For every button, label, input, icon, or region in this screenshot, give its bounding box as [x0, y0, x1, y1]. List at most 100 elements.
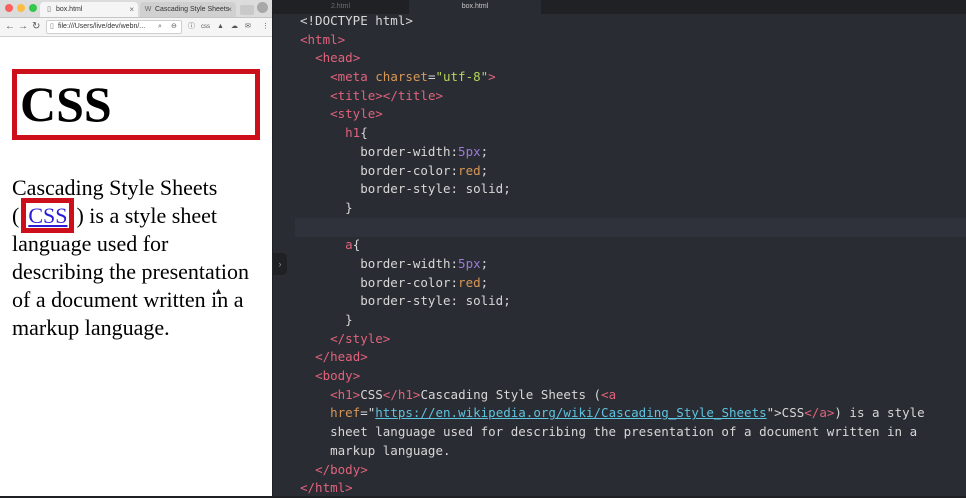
code-token: href: [330, 405, 361, 421]
code-token: ;: [480, 143, 489, 159]
code-line: border-style: solid;: [300, 292, 925, 311]
code-token: red: [458, 274, 481, 290]
code-line: markup language.: [300, 442, 925, 461]
code-token: charset: [375, 69, 428, 85]
code-token: https://en.wikipedia.org/wiki/Cascading_…: [375, 405, 767, 421]
code-token: =": [360, 405, 376, 421]
browser-tab-box-html[interactable]: ▯ box.html ×: [40, 2, 138, 17]
code-token: ;: [480, 255, 489, 271]
sidebar-toggle-icon[interactable]: ›: [273, 253, 287, 275]
new-tab-button[interactable]: [240, 5, 254, 15]
code-token: <!DOCTYPE html>: [300, 13, 413, 28]
back-icon[interactable]: ←: [5, 20, 15, 34]
code-token: border-style: solid;: [300, 293, 511, 309]
wikipedia-icon: W: [144, 6, 152, 13]
code-token: {: [360, 125, 368, 141]
code-token: </body>: [315, 461, 368, 477]
page-heading: CSS: [12, 69, 260, 140]
menu-icon[interactable]: ⋮: [262, 21, 269, 33]
code-token: </a>: [804, 405, 835, 421]
code-token: sheet language used for describing the p…: [300, 424, 918, 440]
page-paragraph: Cascading Style Sheets (CSS) is a style …: [12, 174, 252, 342]
code-line: href="https://en.wikipedia.org/wiki/Casc…: [300, 404, 925, 423]
code-token: 5px: [458, 143, 481, 159]
profile-icon[interactable]: [257, 2, 268, 13]
rendered-webpage: CSS Cascading Style Sheets (CSS) is a st…: [0, 37, 272, 496]
code-token: }: [300, 199, 353, 215]
code-area[interactable]: <!DOCTYPE html> <html> <head> <meta chars…: [300, 12, 925, 498]
code-line: border-color:red;: [300, 274, 925, 293]
code-token: border-width:: [300, 143, 459, 159]
close-tab-icon[interactable]: ×: [227, 2, 232, 17]
code-line: <head>: [300, 49, 925, 68]
code-token: </html>: [300, 480, 353, 496]
close-tab-icon[interactable]: ×: [129, 2, 134, 17]
code-line: }: [300, 311, 925, 330]
maximize-window-icon[interactable]: [29, 4, 37, 12]
code-line: border-width:5px;: [300, 143, 925, 162]
css-link[interactable]: CSS: [21, 198, 75, 233]
code-line: </style>: [300, 330, 925, 349]
code-line: border-width:5px;: [300, 255, 925, 274]
code-token: <body>: [315, 368, 361, 384]
code-line: sheet language used for describing the p…: [300, 423, 925, 442]
search-icon[interactable]: ⌕: [158, 21, 162, 33]
code-line: <!DOCTYPE html>: [300, 12, 925, 31]
close-window-icon[interactable]: [5, 4, 13, 12]
code-token: border-width:: [300, 255, 459, 271]
info-icon[interactable]: ⓘ: [188, 21, 195, 33]
code-token: </head>: [315, 349, 368, 365]
browser-toolbar: ← → ↻ ▯ file:///Users/live/dev/webn/... ⌕…: [0, 18, 272, 37]
address-text: file:///Users/live/dev/webn/...: [58, 23, 146, 30]
browser-tab-wikipedia[interactable]: W Cascading Style Sheets ×: [140, 2, 236, 17]
css-icon[interactable]: css: [201, 21, 210, 33]
zoom-icon[interactable]: ⊖: [171, 21, 177, 33]
code-token: <style>: [330, 106, 383, 122]
code-token: <meta: [330, 69, 376, 85]
code-token: <a: [601, 386, 617, 402]
code-token: border-color:: [300, 162, 459, 178]
code-line: <body>: [300, 367, 925, 386]
code-line: <html>: [300, 31, 925, 50]
code-line: <style>: [300, 105, 925, 124]
code-token: border-style: solid;: [300, 181, 511, 197]
minimize-window-icon[interactable]: [17, 4, 25, 12]
code-token: >: [488, 69, 496, 85]
code-token: "utf-8": [435, 69, 489, 85]
forward-icon[interactable]: →: [18, 20, 28, 34]
code-token: ;: [480, 274, 489, 290]
code-token: {: [352, 237, 361, 253]
reload-icon[interactable]: ↻: [32, 20, 40, 34]
code-token: 5px: [458, 255, 481, 271]
code-token: <h1>: [330, 386, 361, 402]
mountain-icon[interactable]: ▲: [217, 21, 224, 33]
code-token: CSS: [360, 386, 383, 402]
code-token: ">CSS: [766, 405, 805, 421]
cloud-icon[interactable]: ☁: [231, 21, 238, 33]
code-token: }: [300, 312, 353, 327]
code-token: <head>: [315, 50, 361, 66]
code-token: red: [458, 162, 481, 178]
mail-icon[interactable]: ✉: [245, 21, 251, 33]
code-token: border-color:: [300, 274, 459, 290]
code-line: a{: [300, 236, 925, 255]
browser-window: ▯ box.html × W Cascading Style Sheets × …: [0, 0, 272, 496]
code-token: a: [345, 237, 353, 253]
code-line: <h1>CSS</h1>Cascading Style Sheets (<a: [300, 386, 925, 405]
code-line: border-color:red;: [300, 162, 925, 181]
browser-tab-strip: ▯ box.html × W Cascading Style Sheets ×: [0, 0, 272, 18]
code-token: Cascading Style Sheets (: [420, 386, 602, 402]
browser-tab-label: box.html: [55, 6, 83, 13]
code-line: }: [300, 199, 925, 218]
document-icon: ▯: [47, 6, 51, 13]
code-editor: 2.html box.html › <!DOCTYPE html> <html> …: [273, 0, 966, 496]
